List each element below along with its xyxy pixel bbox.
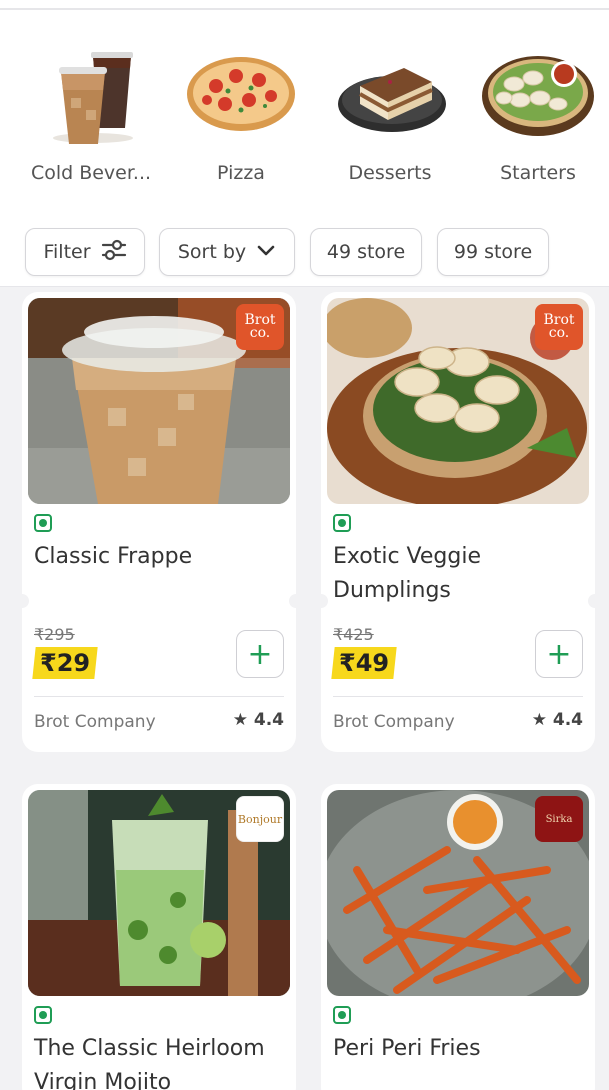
- product-card[interactable]: Sirka Peri Peri Fries: [321, 784, 595, 1090]
- add-to-cart-button[interactable]: +: [236, 630, 284, 678]
- rating: ★ 4.4: [531, 710, 583, 730]
- plus-icon: +: [247, 636, 273, 672]
- card-notch: [22, 594, 29, 608]
- category-label: Desserts: [348, 162, 432, 184]
- rating: ★ 4.4: [232, 710, 284, 730]
- product-title: Classic Frappe: [34, 544, 193, 569]
- dessert-image: [330, 38, 450, 148]
- brand-logo-bonjour: Bonjour: [236, 796, 284, 842]
- original-price: ₹425: [333, 625, 374, 644]
- category-starters[interactable]: Starters: [468, 38, 608, 184]
- category-pizza[interactable]: Pizza: [171, 38, 311, 184]
- star-icon: ★: [232, 710, 248, 730]
- card-notch: [321, 594, 328, 608]
- product-title: Exotic Veggie Dumplings: [333, 544, 481, 603]
- store-name: Brot Company: [333, 712, 455, 732]
- starters-image: [478, 38, 598, 148]
- divider: [333, 696, 583, 697]
- category-label: Starters: [500, 162, 576, 184]
- category-carousel: Cold Bever... Pizza Desserts Starters: [0, 38, 609, 208]
- veg-indicator-icon: [34, 1006, 52, 1024]
- veg-indicator-icon: [333, 1006, 351, 1024]
- product-card[interactable]: Brot co. Classic Frappe ₹295 ₹29 + Brot …: [22, 292, 296, 752]
- filter-label: Filter: [43, 241, 91, 263]
- star-icon: ★: [531, 710, 547, 730]
- brand-logo-sirka: Sirka: [535, 796, 583, 842]
- card-notch: [289, 594, 296, 608]
- sort-by-label: Sort by: [177, 241, 247, 263]
- product-image-mojito: Bonjour: [28, 790, 290, 996]
- product-title: Peri Peri Fries: [333, 1036, 481, 1061]
- header-panel: Cold Bever... Pizza Desserts Starters Fi…: [0, 10, 609, 287]
- card-notch: [588, 594, 595, 608]
- category-label: Pizza: [217, 162, 265, 184]
- top-edge: [0, 0, 609, 10]
- store-name: Brot Company: [34, 712, 156, 732]
- sort-by-button[interactable]: Sort by: [159, 228, 295, 276]
- product-image-dumplings: Brot co.: [327, 298, 589, 504]
- add-to-cart-button[interactable]: +: [535, 630, 583, 678]
- category-label: Cold Bever...: [30, 162, 152, 184]
- chip-label: 49 store: [326, 241, 406, 263]
- category-cold-beverages[interactable]: Cold Bever...: [21, 38, 161, 184]
- offer-price: ₹29: [32, 647, 98, 679]
- plus-icon: +: [546, 636, 572, 672]
- sliders-icon: [101, 239, 127, 266]
- store-chip-49[interactable]: 49 store: [310, 228, 422, 276]
- product-title: The Classic Heirloom Virgin Mojito: [34, 1036, 265, 1090]
- product-image-fries: Sirka: [327, 790, 589, 996]
- filter-button[interactable]: Filter: [25, 228, 145, 276]
- product-card[interactable]: Bonjour The Classic Heirloom Virgin Moji…: [22, 784, 296, 1090]
- pizza-image: [181, 38, 301, 148]
- cold-beverage-image: [31, 38, 151, 148]
- brand-logo-brot: Brot co.: [236, 304, 284, 350]
- filter-bar: Filter Sort by 49 store 99 store: [0, 228, 609, 278]
- store-chip-99[interactable]: 99 store: [437, 228, 549, 276]
- offer-price: ₹49: [331, 647, 397, 679]
- chip-label: 99 store: [453, 241, 533, 263]
- veg-indicator-icon: [333, 514, 351, 532]
- product-image-frappe: Brot co.: [28, 298, 290, 504]
- veg-indicator-icon: [34, 514, 52, 532]
- category-desserts[interactable]: Desserts: [320, 38, 460, 184]
- divider: [34, 696, 284, 697]
- original-price: ₹295: [34, 625, 75, 644]
- product-card[interactable]: Brot co. Exotic Veggie Dumplings ₹425 ₹4…: [321, 292, 595, 752]
- chevron-down-icon: [256, 241, 276, 263]
- brand-logo-brot: Brot co.: [535, 304, 583, 350]
